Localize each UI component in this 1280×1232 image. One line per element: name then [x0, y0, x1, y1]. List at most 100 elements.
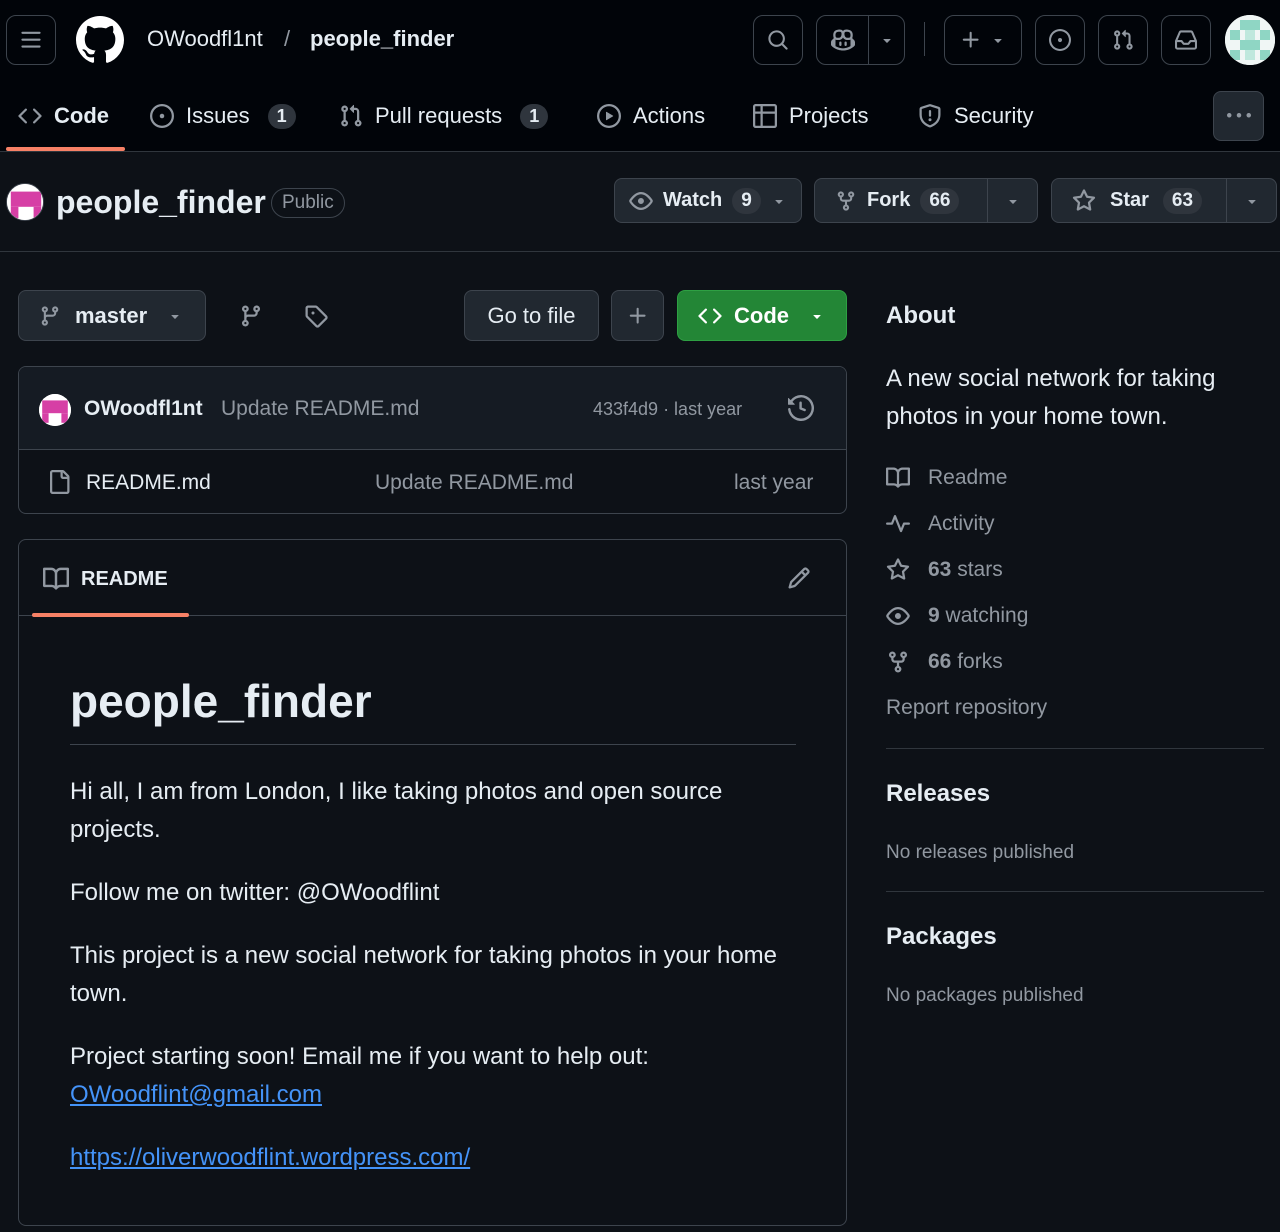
readme-title-divider: [70, 744, 796, 745]
code-dropdown-button[interactable]: Code: [677, 290, 847, 341]
forks-link[interactable]: 66 forks: [886, 647, 1003, 677]
report-repository-label: Report repository: [886, 696, 1048, 719]
menu-button[interactable]: [6, 15, 56, 65]
breadcrumb-repo[interactable]: people_finder: [310, 26, 454, 52]
tags-link[interactable]: [304, 304, 328, 328]
branches-link[interactable]: [239, 304, 263, 328]
fork-button[interactable]: Fork 66: [814, 178, 1038, 223]
about-heading: About: [886, 302, 956, 329]
sidebar-divider: [886, 891, 1264, 892]
breadcrumb-separator: /: [284, 26, 291, 51]
plus-icon: [629, 307, 646, 324]
website-link[interactable]: https://oliverwoodflint.wordpress.com/: [70, 1144, 470, 1171]
branch-selector[interactable]: master: [18, 290, 206, 341]
repo-forked-icon: [889, 651, 907, 673]
plus-icon: [962, 31, 979, 48]
stars-count: 63: [928, 558, 952, 581]
tab-code-label: Code: [54, 103, 109, 128]
create-new-button[interactable]: [944, 15, 1022, 65]
fork-label: Fork: [867, 189, 911, 211]
breadcrumb-owner[interactable]: OWoodfl1nt: [147, 26, 263, 52]
inbox-icon: [1175, 30, 1197, 50]
add-file-button[interactable]: [611, 290, 664, 341]
search-button[interactable]: [753, 15, 803, 65]
file-name[interactable]: README.md: [86, 471, 211, 495]
stars-link[interactable]: 63 stars: [886, 555, 1003, 585]
about-description: A new social network for taking photos i…: [886, 365, 1216, 430]
watching-count: 9: [928, 604, 940, 627]
star-dropdown[interactable]: [1226, 179, 1276, 222]
chevron-down-icon: [869, 32, 904, 48]
tag-icon: [305, 305, 328, 328]
user-avatar[interactable]: [1225, 15, 1275, 65]
watch-button[interactable]: Watch 9: [614, 178, 802, 223]
tab-security[interactable]: Security: [918, 94, 1033, 138]
search-icon: [768, 30, 788, 50]
tab-code[interactable]: Code: [18, 94, 109, 138]
watching-label: watching: [945, 604, 1029, 627]
sidebar-divider: [886, 748, 1264, 749]
readme-paragraph: Follow me on twitter: @OWoodflint: [70, 879, 440, 906]
eye-icon: [629, 191, 653, 210]
history-icon[interactable]: [788, 395, 814, 421]
commit-author-avatar[interactable]: [39, 394, 71, 426]
tab-issues-count: 1: [267, 103, 296, 129]
hamburger-icon: [21, 31, 41, 48]
repo-name[interactable]: people_finder: [56, 184, 266, 221]
readme-tab[interactable]: README: [43, 566, 168, 592]
stars-label: stars: [957, 558, 1003, 581]
git-branch-icon: [41, 305, 59, 326]
star-button[interactable]: Star 63: [1051, 178, 1277, 223]
repo-forked-icon: [837, 190, 855, 211]
branch-name: master: [75, 302, 148, 328]
more-tabs-button[interactable]: [1213, 91, 1264, 141]
repo-owner-avatar[interactable]: [6, 183, 44, 221]
readme-link[interactable]: Readme: [886, 463, 1007, 493]
watch-count: 9: [732, 187, 761, 214]
readme-link-label: Readme: [928, 466, 1008, 489]
releases-heading[interactable]: Releases: [886, 780, 990, 808]
commit-hash-time[interactable]: 433f4d9 · last year: [593, 399, 742, 420]
issues-button[interactable]: [1035, 15, 1085, 65]
git-pull-request-icon: [1114, 29, 1133, 50]
go-to-file-button[interactable]: Go to file: [464, 290, 599, 341]
chevron-down-icon: [1008, 199, 1017, 204]
watchers-link[interactable]: 9 watching: [886, 601, 1028, 631]
file-list: OWoodfl1nt Update README.md 433f4d9 · la…: [18, 366, 847, 514]
readme-paragraph: https://oliverwoodflint.wordpress.com/: [70, 1139, 796, 1177]
packages-heading[interactable]: Packages: [886, 923, 997, 951]
copilot-button[interactable]: [816, 15, 905, 65]
commit-message[interactable]: Update README.md: [221, 397, 419, 421]
file-commit-message[interactable]: Update README.md: [375, 471, 573, 495]
email-link[interactable]: OWoodflint@gmail.com: [70, 1081, 322, 1108]
inbox-button[interactable]: [1161, 15, 1211, 65]
activity-link-label: Activity: [928, 512, 995, 535]
commit-author[interactable]: OWoodfl1nt: [84, 397, 203, 421]
copilot-icon: [817, 28, 868, 52]
code-icon: [698, 307, 722, 324]
pull-requests-button[interactable]: [1098, 15, 1148, 65]
watch-label: Watch: [663, 189, 723, 211]
issue-opened-icon: [150, 104, 174, 128]
fork-count: 66: [920, 187, 960, 214]
tab-actions[interactable]: Actions: [597, 94, 705, 138]
tab-issues[interactable]: Issues 1: [150, 94, 296, 138]
go-to-file-label: Go to file: [487, 302, 576, 328]
tab-actions-label: Actions: [633, 103, 706, 128]
github-logo-icon[interactable]: [76, 16, 124, 64]
activity-link[interactable]: Activity: [886, 509, 995, 539]
packages-empty-text: No packages published: [886, 985, 1084, 1006]
tab-issues-label: Issues: [186, 103, 250, 128]
chevron-down-icon: [813, 314, 821, 319]
chevron-down-icon: [1247, 199, 1256, 204]
forks-label: forks: [957, 650, 1003, 673]
tab-projects[interactable]: Projects: [753, 94, 868, 138]
chevron-down-icon: [171, 314, 179, 319]
fork-dropdown[interactable]: [987, 179, 1037, 222]
file-commit-time: last year: [734, 471, 814, 494]
readme-title: people_finder: [70, 675, 372, 727]
pencil-icon[interactable]: [787, 566, 811, 590]
table-icon: [753, 104, 777, 128]
tab-pull-requests[interactable]: Pull requests 1: [339, 94, 549, 138]
report-repository-link[interactable]: Report repository: [886, 693, 1047, 723]
